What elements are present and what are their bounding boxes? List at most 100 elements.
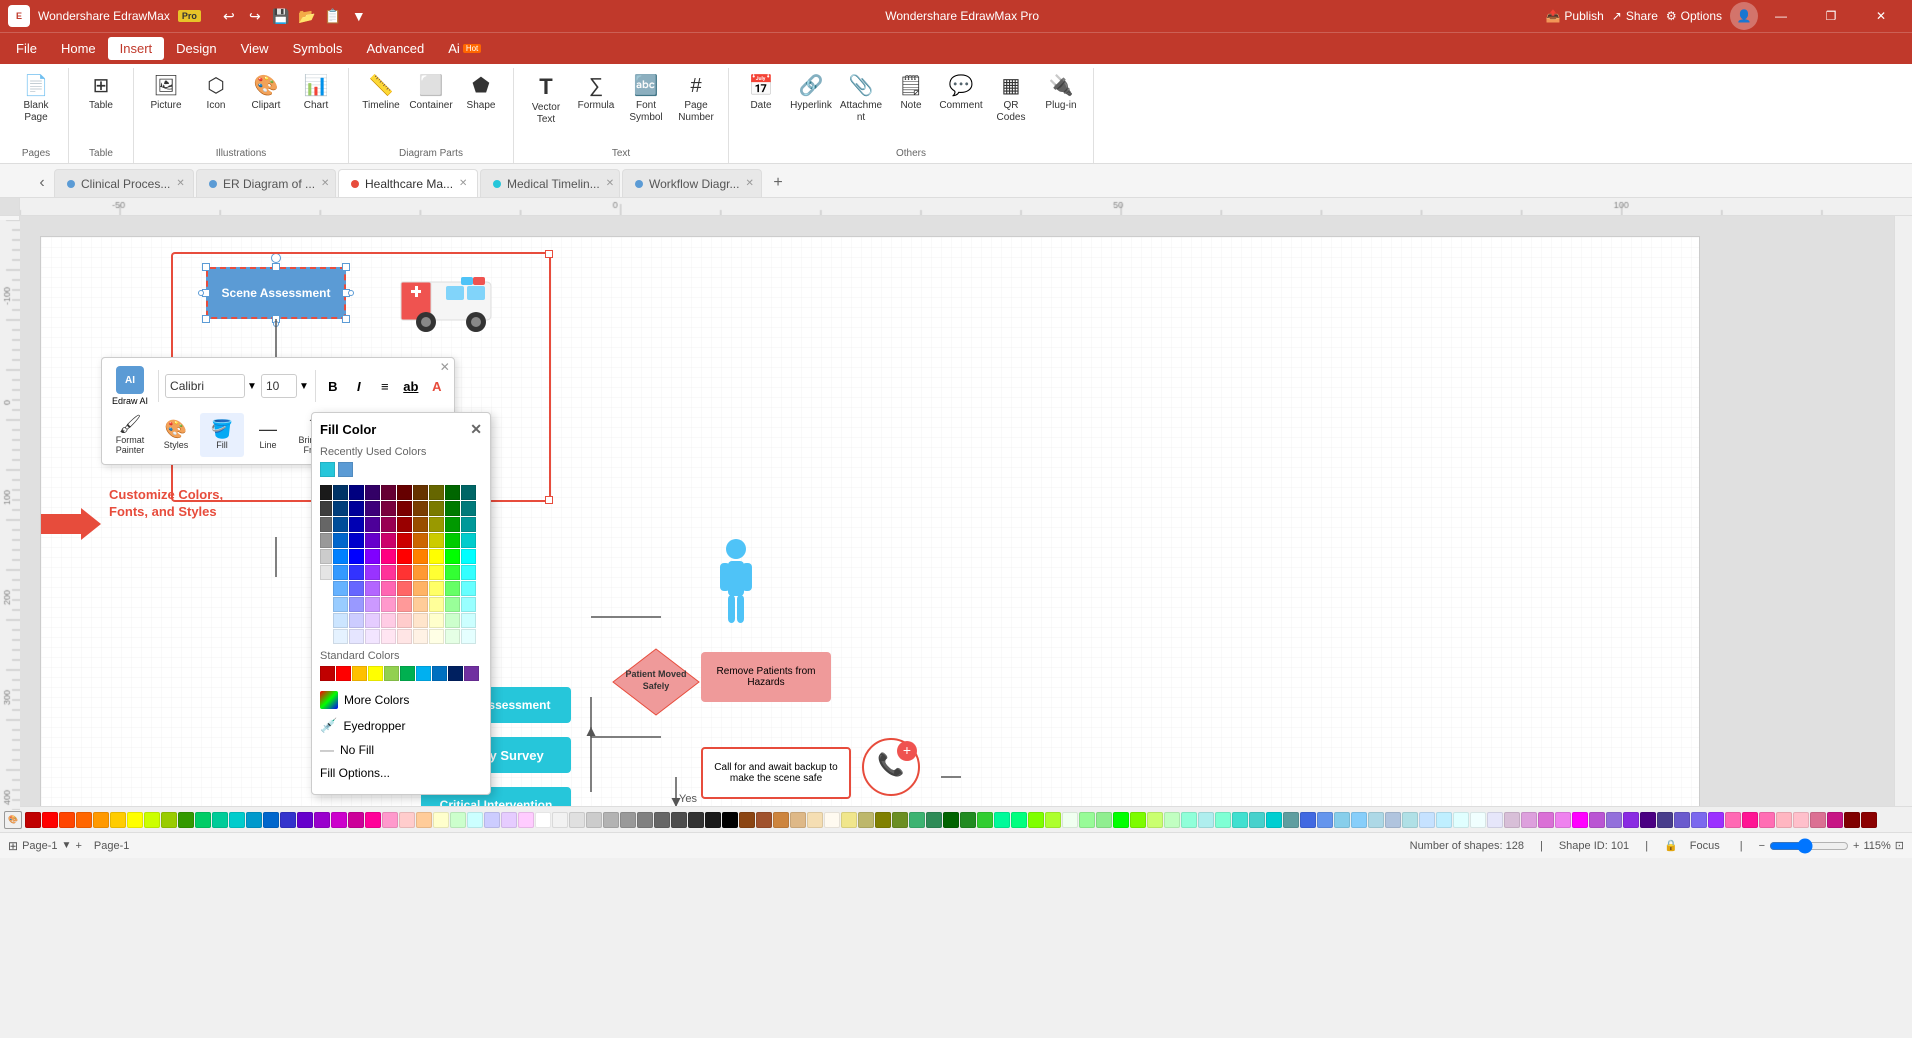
spectrum-swatch[interactable] (429, 565, 444, 580)
color-strip-swatch-68[interactable] (1181, 812, 1197, 828)
spectrum-swatch[interactable] (445, 613, 460, 628)
clipart-btn[interactable]: 🎨 Clipart (242, 72, 290, 140)
spectrum-swatch[interactable] (381, 501, 396, 516)
color-strip-swatch-92[interactable] (1589, 812, 1605, 828)
container-btn[interactable]: ⬜ Container (407, 72, 455, 140)
spectrum-swatch[interactable] (397, 613, 412, 628)
color-theme-btn[interactable]: 🎨 (4, 811, 22, 829)
open-file-btn[interactable]: 📂 (295, 4, 319, 28)
spectrum-swatch[interactable] (365, 533, 380, 548)
spectrum-swatch[interactable] (461, 597, 476, 612)
tab-close-clinical[interactable]: ✕ (176, 178, 184, 189)
color-strip-swatch-38[interactable] (671, 812, 687, 828)
spectrum-swatch[interactable] (461, 629, 476, 644)
tab-close-timeline[interactable]: ✕ (606, 178, 614, 189)
spectrum-swatch[interactable] (461, 613, 476, 628)
color-strip-swatch-48[interactable] (841, 812, 857, 828)
color-strip-swatch-60[interactable] (1045, 812, 1061, 828)
spectrum-swatch[interactable] (365, 549, 380, 564)
color-strip-swatch-59[interactable] (1028, 812, 1044, 828)
color-strip-swatch-37[interactable] (654, 812, 670, 828)
color-strip-swatch-83[interactable] (1436, 812, 1452, 828)
color-strip-swatch-43[interactable] (756, 812, 772, 828)
spectrum-swatch[interactable] (365, 485, 380, 500)
recent-color-1[interactable] (320, 462, 335, 477)
color-strip-swatch-6[interactable] (127, 812, 143, 828)
spectrum-swatch[interactable] (333, 485, 348, 500)
color-strip-swatch-18[interactable] (331, 812, 347, 828)
spectrum-swatch[interactable] (333, 581, 348, 596)
page-number-btn[interactable]: # PageNumber (672, 72, 720, 140)
text-color-btn[interactable]: A (426, 375, 448, 397)
connection-point-bottom[interactable] (273, 321, 279, 327)
font-name-dropdown[interactable]: ▼ (247, 381, 257, 392)
color-strip-swatch-15[interactable] (280, 812, 296, 828)
menu-file[interactable]: File (4, 37, 49, 60)
color-strip-swatch-99[interactable] (1708, 812, 1724, 828)
spectrum-swatch[interactable] (349, 565, 364, 580)
spectrum-swatch[interactable] (365, 517, 380, 532)
menu-insert[interactable]: Insert (108, 37, 165, 60)
color-strip-swatch-8[interactable] (161, 812, 177, 828)
spectrum-swatch[interactable] (397, 485, 412, 500)
spectrum-swatch[interactable] (429, 581, 444, 596)
handle-top-center[interactable] (272, 263, 280, 271)
color-strip-swatch-77[interactable] (1334, 812, 1350, 828)
vector-text-btn[interactable]: T VectorText (522, 72, 570, 140)
fill-popup-close[interactable]: ✕ (470, 421, 482, 438)
share-btn[interactable]: ↗Share (1612, 9, 1658, 23)
color-strip-swatch-91[interactable] (1572, 812, 1588, 828)
color-strip-swatch-98[interactable] (1691, 812, 1707, 828)
color-strip-swatch-19[interactable] (348, 812, 364, 828)
spectrum-swatch[interactable] (381, 485, 396, 500)
handle-top-left[interactable] (202, 263, 210, 271)
spectrum-swatch[interactable] (461, 533, 476, 548)
rotation-handle[interactable] (271, 253, 281, 263)
spectrum-swatch[interactable] (397, 549, 412, 564)
spectrum-swatch[interactable] (365, 581, 380, 596)
spectrum-swatch[interactable] (445, 517, 460, 532)
blank-page-btn[interactable]: 📄 BlankPage (12, 72, 60, 140)
spectrum-swatch[interactable] (397, 501, 412, 516)
menu-view[interactable]: View (229, 37, 281, 60)
icon-btn[interactable]: ⬡ Icon (192, 72, 240, 140)
menu-home[interactable]: Home (49, 37, 108, 60)
spectrum-swatch[interactable] (397, 565, 412, 580)
hyperlink-btn[interactable]: 🔗 Hyperlink (787, 72, 835, 140)
spectrum-swatch[interactable] (413, 485, 428, 500)
spectrum-swatch[interactable] (349, 501, 364, 516)
spectrum-swatch[interactable] (413, 581, 428, 596)
color-strip-swatch-10[interactable] (195, 812, 211, 828)
attachment-btn[interactable]: 📎 Attachment (837, 72, 885, 140)
color-strip-swatch-12[interactable] (229, 812, 245, 828)
color-strip-swatch-44[interactable] (773, 812, 789, 828)
spectrum-swatch[interactable] (429, 629, 444, 644)
color-strip-swatch-36[interactable] (637, 812, 653, 828)
shape-btn[interactable]: ⬟ Shape (457, 72, 505, 140)
color-strip-swatch-54[interactable] (943, 812, 959, 828)
color-strip-swatch-45[interactable] (790, 812, 806, 828)
save-btn[interactable]: 💾 (269, 4, 293, 28)
color-strip-swatch-35[interactable] (620, 812, 636, 828)
color-strip-swatch-85[interactable] (1470, 812, 1486, 828)
color-strip-swatch-75[interactable] (1300, 812, 1316, 828)
spectrum-swatch[interactable] (320, 517, 332, 532)
color-strip-swatch-82[interactable] (1419, 812, 1435, 828)
color-strip-swatch-103[interactable] (1776, 812, 1792, 828)
spectrum-swatch[interactable] (349, 549, 364, 564)
color-strip-swatch-21[interactable] (382, 812, 398, 828)
spectrum-swatch[interactable] (333, 517, 348, 532)
color-strip-swatch-24[interactable] (433, 812, 449, 828)
color-strip-swatch-41[interactable] (722, 812, 738, 828)
spectrum-swatch[interactable] (461, 485, 476, 500)
color-strip-swatch-4[interactable] (93, 812, 109, 828)
color-strip-swatch-51[interactable] (892, 812, 908, 828)
formula-btn[interactable]: ∑ Formula (572, 72, 620, 140)
color-strip-swatch-72[interactable] (1249, 812, 1265, 828)
spectrum-swatch[interactable] (461, 565, 476, 580)
spectrum-swatch[interactable] (333, 565, 348, 580)
table-btn[interactable]: ⊞ Table (77, 72, 125, 140)
close-btn[interactable]: ✕ (1858, 0, 1904, 32)
note-btn[interactable]: 🗒 Note (887, 72, 935, 140)
color-strip-swatch-96[interactable] (1657, 812, 1673, 828)
